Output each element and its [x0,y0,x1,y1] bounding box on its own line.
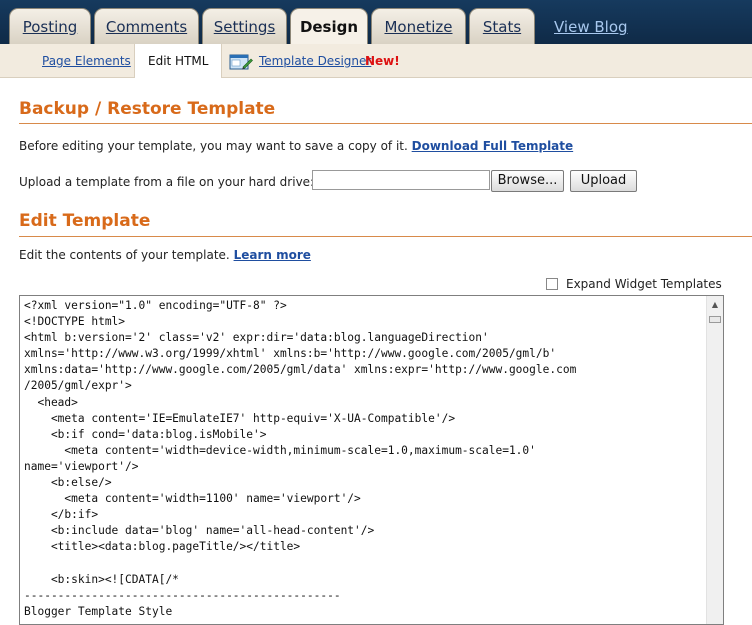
template-code-text[interactable]: <?xml version="1.0" encoding="UTF-8" ?> … [24,298,704,620]
top-tab-bar: Posting Comments Settings Design Monetiz… [0,0,752,45]
tab-monetize-label: Monetize [384,18,453,36]
tab-monetize[interactable]: Monetize [371,8,466,44]
tab-stats[interactable]: Stats [469,8,535,44]
tab-settings[interactable]: Settings [202,8,287,44]
browse-button[interactable]: Browse... [491,170,564,192]
edit-intro-text: Edit the contents of your template. [19,248,230,262]
tab-posting-label: Posting [22,18,78,36]
edit-divider [19,236,752,237]
tab-posting[interactable]: Posting [9,8,91,44]
scroll-thumb[interactable] [709,316,721,323]
learn-more-link[interactable]: Learn more [234,248,311,262]
tab-design-label: Design [299,18,359,36]
tab-stats-label: Stats [482,18,522,36]
expand-widget-templates-checkbox[interactable] [546,278,558,290]
download-full-template-link[interactable]: Download Full Template [412,139,574,153]
upload-button[interactable]: Upload [570,170,637,192]
edit-intro: Edit the contents of your template. Lear… [19,248,311,262]
backup-divider [19,123,752,124]
template-designer-icon[interactable] [229,54,253,71]
expand-widget-templates-label[interactable]: Expand Widget Templates [566,277,722,291]
subtab-template-designer[interactable]: Template Designer [259,44,371,78]
editor-scrollbar[interactable]: ▲ [706,296,723,624]
upload-label: Upload a template from a file on your ha… [19,175,315,189]
new-badge: New! [365,54,400,68]
view-blog-link[interactable]: View Blog [554,18,628,36]
tab-comments-label: Comments [105,18,188,36]
backup-restore-heading: Backup / Restore Template [19,99,276,119]
tab-design[interactable]: Design [290,8,368,45]
backup-intro: Before editing your template, you may wa… [19,139,573,153]
template-file-input[interactable] [312,170,490,190]
template-code-editor[interactable]: <?xml version="1.0" encoding="UTF-8" ?> … [19,295,724,625]
scroll-up-arrow-icon[interactable]: ▲ [707,296,723,313]
subtab-edit-html[interactable]: Edit HTML [134,44,223,78]
tab-settings-label: Settings [213,18,276,36]
tab-comments[interactable]: Comments [94,8,199,44]
edit-template-heading: Edit Template [19,211,151,231]
backup-intro-text: Before editing your template, you may wa… [19,139,408,153]
design-subtab-bar: Page Elements Edit HTML Template Designe… [0,44,752,78]
subtab-page-elements[interactable]: Page Elements [42,44,131,78]
